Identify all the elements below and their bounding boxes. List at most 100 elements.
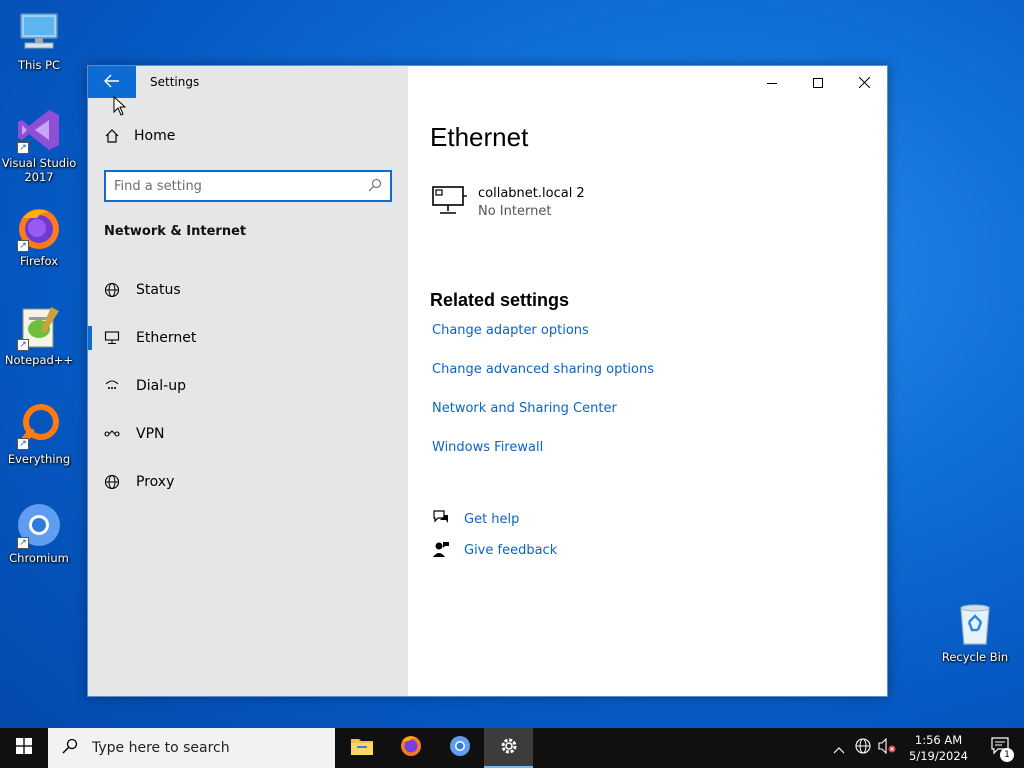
sidebar-item-label: VPN xyxy=(136,426,165,442)
search-icon xyxy=(368,177,382,196)
get-help-link[interactable]: Get help xyxy=(432,504,557,535)
globe-status-icon xyxy=(104,282,120,298)
globe-no-internet-icon xyxy=(854,737,872,759)
clock-date: 5/19/2024 xyxy=(909,749,968,763)
settings-content: Ethernet collabnet.local 2 No Internet R… xyxy=(408,66,887,696)
clock-time: 1:56 AM xyxy=(914,733,963,747)
find-setting-search[interactable] xyxy=(104,170,392,202)
shortcut-arrow-icon: ↗ xyxy=(17,142,29,154)
mouse-cursor-icon xyxy=(113,95,127,120)
chromium-icon xyxy=(449,735,471,761)
desktop-icon-notepadpp[interactable]: ↗ Notepad++ xyxy=(1,303,77,367)
desktop-icon-label: Notepad++ xyxy=(4,353,74,367)
page-title: Ethernet xyxy=(430,122,529,152)
network-status: No Internet xyxy=(478,204,552,219)
notepadpp-icon: ↗ xyxy=(15,303,63,351)
desktop-icon-visual-studio[interactable]: ↗ Visual Studio 2017 xyxy=(1,106,77,184)
network-name: collabnet.local 2 xyxy=(478,186,585,201)
search-icon xyxy=(62,738,78,758)
sidebar-item-label: Dial-up xyxy=(136,378,186,394)
settings-sidebar: Settings Home Network & Internet Status xyxy=(88,66,408,696)
sidebar-item-label: Home xyxy=(134,128,176,144)
desktop-icon-label: Recycle Bin xyxy=(941,650,1009,664)
feedback-person-icon xyxy=(432,540,450,562)
show-hidden-icons-button[interactable] xyxy=(827,728,851,768)
visual-studio-icon: ↗ xyxy=(15,106,63,154)
network-sharing-center-link[interactable]: Network and Sharing Center xyxy=(432,400,654,439)
windows-firewall-link[interactable]: Windows Firewall xyxy=(432,439,654,478)
sidebar-item-status[interactable]: Status xyxy=(88,266,408,314)
home-icon xyxy=(104,128,120,144)
desktop-icon-label: Firefox xyxy=(19,254,59,268)
change-adapter-options-link[interactable]: Change adapter options xyxy=(432,322,654,361)
desktop-icon-chromium[interactable]: ↗ Chromium xyxy=(1,501,77,565)
taskbar-firefox[interactable] xyxy=(386,728,435,768)
taskbar-chromium[interactable] xyxy=(435,728,484,768)
sidebar-item-label: Ethernet xyxy=(136,330,197,346)
sidebar-item-label: Proxy xyxy=(136,474,175,490)
back-button[interactable] xyxy=(88,66,136,98)
notification-badge: 1 xyxy=(1000,748,1014,762)
everything-search-icon: ↗ xyxy=(15,402,63,450)
give-feedback-label: Give feedback xyxy=(464,543,558,558)
sidebar-item-ethernet[interactable]: Ethernet xyxy=(88,314,408,362)
related-settings-heading: Related settings xyxy=(430,290,570,310)
taskbar-clock[interactable]: 1:56 AM 5/19/2024 xyxy=(899,732,978,764)
taskbar-file-explorer[interactable] xyxy=(337,728,386,768)
get-help-label: Get help xyxy=(464,512,520,527)
firefox-icon: ↗ xyxy=(15,204,63,252)
system-tray: 1:56 AM 5/19/2024 1 xyxy=(827,728,1024,768)
volume-tray-button[interactable] xyxy=(875,728,899,768)
action-center-button[interactable]: 1 xyxy=(978,728,1024,768)
firefox-icon xyxy=(400,735,422,761)
desktop-icon-label: Chromium xyxy=(9,551,69,565)
window-title: Settings xyxy=(150,75,200,89)
search-input[interactable] xyxy=(114,178,368,194)
sidebar-item-label: Status xyxy=(136,282,181,298)
dial-up-icon xyxy=(104,378,120,394)
section-heading: Network & Internet xyxy=(104,224,247,239)
globe-icon xyxy=(104,474,120,490)
shortcut-arrow-icon: ↗ xyxy=(17,438,29,450)
network-tray-button[interactable] xyxy=(851,728,875,768)
help-section: Get help Give feedback xyxy=(432,504,557,566)
windows-logo-icon xyxy=(16,738,32,758)
desktop-icon-label: Everything xyxy=(7,452,71,466)
sidebar-item-dial-up[interactable]: Dial-up xyxy=(88,362,408,410)
related-links: Change adapter options Change advanced s… xyxy=(432,322,654,478)
vpn-icon xyxy=(104,426,120,442)
ethernet-adapter-icon xyxy=(432,186,468,220)
sidebar-item-vpn[interactable]: VPN xyxy=(88,410,408,458)
desktop-icon-everything[interactable]: ↗ Everything xyxy=(1,402,77,466)
sidebar-item-proxy[interactable]: Proxy xyxy=(88,458,408,506)
taskbar-search-placeholder: Type here to search xyxy=(92,740,230,756)
arrow-left-icon xyxy=(104,73,120,92)
gear-icon xyxy=(499,736,519,760)
taskbar-settings[interactable] xyxy=(484,728,533,768)
desktop-icon-this-pc[interactable]: This PC xyxy=(1,8,77,72)
speaker-muted-icon xyxy=(878,737,896,758)
start-button[interactable] xyxy=(0,728,48,768)
ethernet-icon xyxy=(104,330,120,346)
desktop-icon-label: Visual Studio 2017 xyxy=(1,156,77,184)
taskbar-search[interactable]: Type here to search xyxy=(48,728,335,768)
shortcut-arrow-icon: ↗ xyxy=(17,537,29,549)
change-advanced-sharing-link[interactable]: Change advanced sharing options xyxy=(432,361,654,400)
desktop-icon-recycle-bin[interactable]: Recycle Bin xyxy=(937,600,1013,664)
help-chat-icon xyxy=(432,509,450,531)
chevron-up-icon xyxy=(833,739,845,758)
desktop-icon-label: This PC xyxy=(17,58,61,72)
give-feedback-link[interactable]: Give feedback xyxy=(432,535,557,566)
taskbar: Type here to search 1:56 AM 5/19/2024 1 xyxy=(0,728,1024,768)
computer-icon xyxy=(15,8,63,56)
settings-window: Settings Home Network & Internet Status xyxy=(87,65,888,697)
network-adapter-item[interactable]: collabnet.local 2 No Internet xyxy=(432,186,585,220)
shortcut-arrow-icon: ↗ xyxy=(17,339,29,351)
shortcut-arrow-icon: ↗ xyxy=(17,240,29,252)
sidebar-nav: Status Ethernet Dial-up VPN Proxy xyxy=(88,266,408,506)
sidebar-item-home[interactable]: Home xyxy=(104,128,175,144)
chromium-icon: ↗ xyxy=(15,501,63,549)
desktop-icon-firefox[interactable]: ↗ Firefox xyxy=(1,204,77,268)
folder-icon xyxy=(350,737,373,759)
recycle-bin-icon xyxy=(951,600,999,648)
